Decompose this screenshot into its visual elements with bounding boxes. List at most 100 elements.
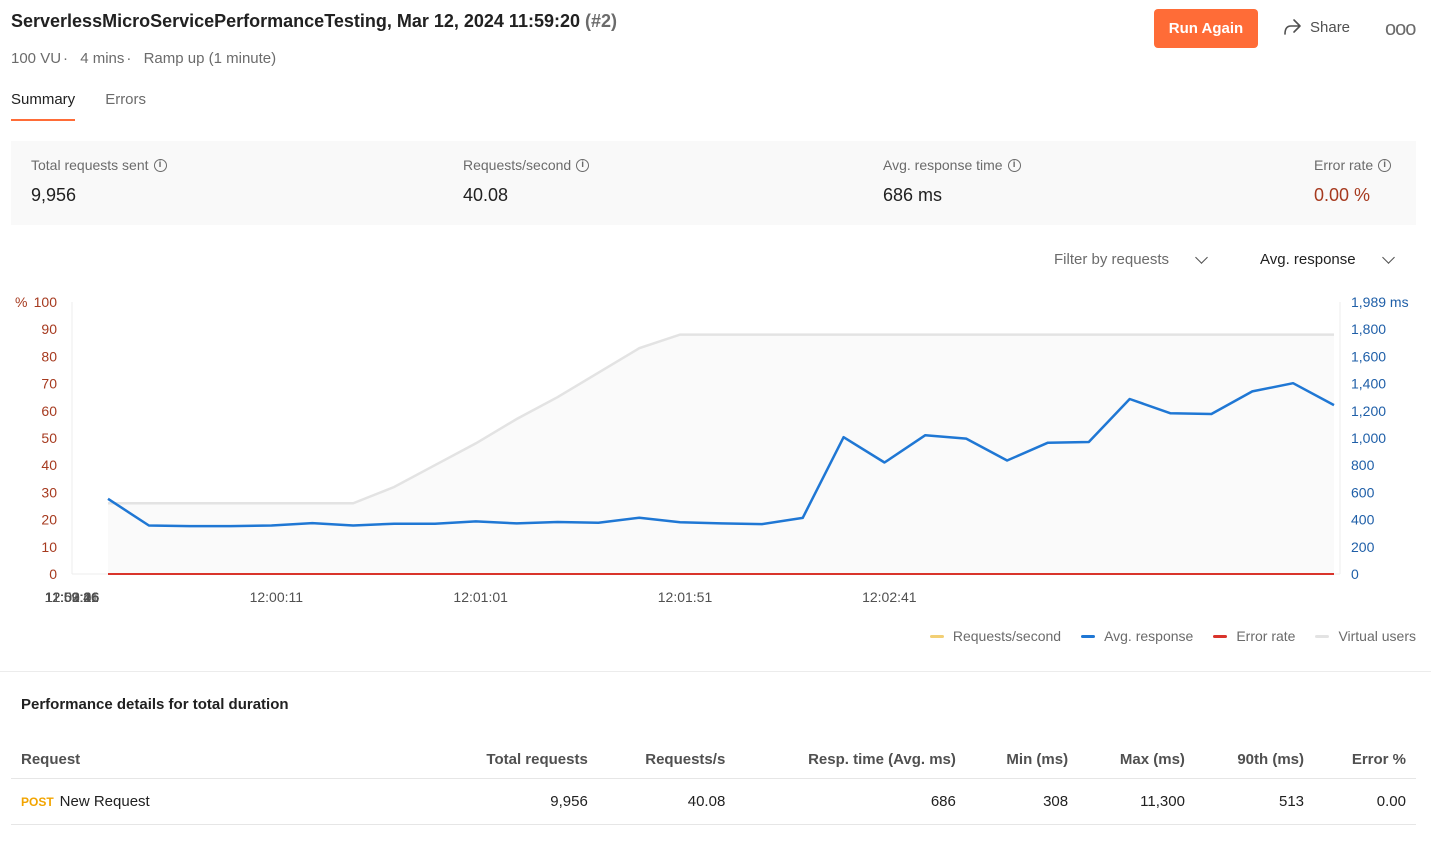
legend-requests-per-second[interactable]: Requests/second bbox=[929, 628, 1062, 644]
load-profile: Ramp up (1 minute) bbox=[143, 50, 277, 67]
summary-metrics: Total requests sent i 9,956 Requests/seco… bbox=[11, 141, 1416, 225]
legend-label: Requests/second bbox=[952, 628, 1062, 644]
right-axis-tick-label: 1,200 bbox=[1351, 403, 1386, 419]
more-options-icon[interactable]: ooo bbox=[1385, 18, 1416, 41]
right-axis-tick-label: 1,600 bbox=[1351, 348, 1386, 364]
right-axis-tick-label: 400 bbox=[1351, 512, 1375, 528]
right-axis-tick-label: 600 bbox=[1351, 484, 1375, 500]
right-axis-tick-label: 1,000 bbox=[1351, 430, 1386, 446]
metric-error-rate: Error rate i 0.00 % bbox=[1314, 157, 1392, 206]
column-header[interactable]: Resp. time (Avg. ms) bbox=[735, 740, 966, 779]
virtual-users-count: 100 VU bbox=[11, 50, 62, 67]
table-header-row: Request Total requests Requests/s Resp. … bbox=[11, 740, 1416, 779]
column-header[interactable]: Max (ms) bbox=[1078, 740, 1195, 779]
page-title: ServerlessMicroServicePerformanceTesting… bbox=[11, 11, 617, 32]
section-divider bbox=[0, 671, 1431, 672]
run-meta: 100 VU · 4 mins · Ramp up (1 minute) bbox=[11, 50, 277, 67]
left-axis-tick-label: 100 bbox=[34, 294, 58, 310]
right-axis-tick-label: 0 bbox=[1351, 566, 1359, 582]
metric-label: Total requests sent bbox=[31, 157, 149, 173]
request-cell[interactable]: POST New Request bbox=[11, 778, 431, 825]
metric-label: Avg. response time bbox=[883, 157, 1003, 173]
x-axis-tick-label: 12:01:51 bbox=[658, 589, 713, 605]
left-axis-tick-label: 0 bbox=[49, 566, 57, 582]
virtual-users-area bbox=[108, 334, 1334, 574]
total-requests-cell: 9,956 bbox=[431, 778, 598, 825]
table-row[interactable]: POST New Request 9,956 40.08 686 308 11,3… bbox=[11, 778, 1416, 825]
legend-label: Avg. response bbox=[1104, 628, 1194, 644]
left-axis-tick-label: 60 bbox=[41, 403, 57, 419]
right-axis-tick-label: 1,800 bbox=[1351, 321, 1386, 337]
legend-virtual-users[interactable]: Virtual users bbox=[1315, 628, 1416, 644]
info-icon[interactable]: i bbox=[576, 158, 590, 172]
x-axis-tick-label: 12:03:06 bbox=[45, 589, 100, 605]
left-axis-tick-label: 50 bbox=[41, 430, 57, 446]
performance-chart[interactable]: 1009080706050403020100% 1,989 ms1,8001,60… bbox=[0, 285, 1431, 615]
x-axis-tick-label: 12:00:11 bbox=[250, 589, 304, 605]
column-header[interactable]: Total requests bbox=[431, 740, 598, 779]
left-axis-tick-label: 40 bbox=[41, 457, 57, 473]
legend-label: Virtual users bbox=[1338, 628, 1416, 644]
tab-errors[interactable]: Errors bbox=[105, 91, 146, 121]
p90-cell: 513 bbox=[1194, 778, 1315, 825]
info-icon[interactable]: i bbox=[153, 158, 167, 172]
left-axis-tick-label: 20 bbox=[41, 512, 57, 528]
right-axis-tick-label: 1,989 ms bbox=[1351, 294, 1409, 310]
x-axis-tick-label: 12:02:41 bbox=[862, 589, 917, 605]
avg-response-cell: 686 bbox=[735, 778, 966, 825]
dropdown-label: Avg. response bbox=[1260, 251, 1356, 268]
column-header[interactable]: 90th (ms) bbox=[1194, 740, 1315, 779]
legend-swatch bbox=[1315, 634, 1330, 638]
test-run-title: ServerlessMicroServicePerformanceTesting… bbox=[11, 11, 580, 31]
x-axis-tick-label: 12:01:01 bbox=[453, 589, 508, 605]
column-header[interactable]: Min (ms) bbox=[965, 740, 1079, 779]
performance-section-title: Performance details for total duration bbox=[21, 696, 289, 713]
error-percent-cell: 0.00 bbox=[1314, 778, 1416, 825]
chevron-down-icon bbox=[1195, 250, 1208, 264]
legend-swatch bbox=[1213, 634, 1228, 638]
right-axis-tick-label: 200 bbox=[1351, 539, 1375, 555]
legend-label: Error rate bbox=[1236, 628, 1296, 644]
share-label: Share bbox=[1310, 18, 1351, 36]
left-axis-tick-label: 30 bbox=[41, 484, 57, 500]
share-icon bbox=[1284, 19, 1301, 35]
run-again-button[interactable]: Run Again bbox=[1154, 9, 1258, 48]
metric-label: Error rate bbox=[1314, 157, 1374, 173]
legend-swatch bbox=[1081, 634, 1096, 638]
column-header[interactable]: Request bbox=[11, 740, 431, 779]
share-button[interactable]: Share bbox=[1282, 18, 1350, 36]
info-icon[interactable]: i bbox=[1378, 158, 1392, 172]
left-axis-tick-label: 80 bbox=[41, 348, 57, 364]
performance-table: Request Total requests Requests/s Resp. … bbox=[11, 740, 1416, 825]
chart-legend: Requests/second Avg. response Error rate… bbox=[929, 628, 1416, 644]
column-header[interactable]: Requests/s bbox=[597, 740, 736, 779]
filter-by-requests-dropdown[interactable]: Filter by requests bbox=[1054, 250, 1208, 268]
max-cell: 11,300 bbox=[1078, 778, 1195, 825]
metric-label: Requests/second bbox=[463, 157, 572, 173]
chevron-down-icon bbox=[1381, 250, 1395, 264]
metric-total-requests: Total requests sent i 9,956 bbox=[31, 157, 167, 206]
http-method-badge: POST bbox=[21, 795, 54, 809]
tab-summary[interactable]: Summary bbox=[11, 91, 76, 121]
duration: 4 mins bbox=[80, 50, 125, 67]
request-name: New Request bbox=[59, 793, 150, 810]
legend-swatch bbox=[929, 634, 944, 638]
info-icon[interactable]: i bbox=[1007, 158, 1021, 172]
legend-error-rate[interactable]: Error rate bbox=[1213, 628, 1295, 644]
left-axis-unit-label: % bbox=[15, 294, 27, 310]
run-number: (#2) bbox=[585, 11, 618, 31]
right-axis-tick-label: 1,400 bbox=[1351, 376, 1386, 392]
requests-per-second-cell: 40.08 bbox=[597, 778, 736, 825]
metric-value: 9,956 bbox=[31, 185, 77, 205]
legend-avg-response[interactable]: Avg. response bbox=[1081, 628, 1193, 644]
metric-value: 0.00 % bbox=[1314, 185, 1371, 205]
min-cell: 308 bbox=[965, 778, 1079, 825]
metric-selector-dropdown[interactable]: Avg. response bbox=[1260, 250, 1395, 268]
column-header[interactable]: Error % bbox=[1314, 740, 1416, 779]
dropdown-label: Filter by requests bbox=[1054, 251, 1170, 268]
right-axis-tick-label: 800 bbox=[1351, 457, 1375, 473]
metric-value: 40.08 bbox=[463, 185, 509, 205]
metric-avg-response-time: Avg. response time i 686 ms bbox=[883, 157, 1021, 206]
left-axis-tick-label: 10 bbox=[41, 539, 57, 555]
left-axis-tick-label: 70 bbox=[41, 376, 57, 392]
